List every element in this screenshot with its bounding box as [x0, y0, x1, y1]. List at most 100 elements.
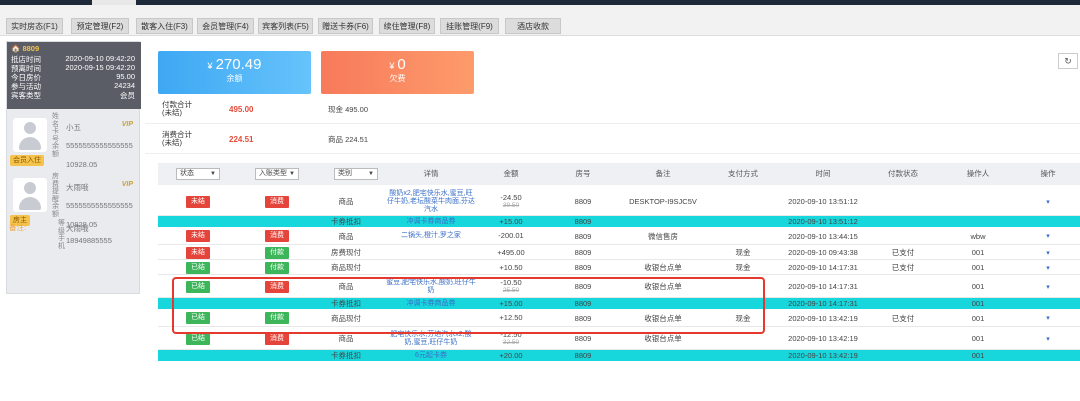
consumption-total-label: 消费合计 (未结) [162, 130, 192, 147]
chevron-down-icon: ▼ [210, 171, 216, 177]
status-tag: 已结 [186, 261, 210, 274]
status-cell: 未结 [176, 227, 220, 245]
category-cell: 房费现付 [331, 248, 361, 257]
room-info-panel: 🏠 8809 抵店时间 2020-09-10 09:42:20 预离时间 2020-… [7, 42, 141, 109]
currency-symbol: ¥ [389, 61, 395, 71]
detail-link[interactable]: 蜜豆,肥宅快乐水,酸奶,旺仔牛奶 [386, 279, 476, 295]
checkin-time-value: 2020-09-10 09:42:20 [65, 54, 135, 63]
category-cell: 卡券抵扣 [331, 217, 361, 226]
action-cell[interactable]: ▾ [1023, 187, 1073, 216]
table-row[interactable]: 卡券抵扣 冲调卡券商品券 +15.00 8809 2020-09-10 13:51:12 [158, 216, 1080, 227]
action-cell[interactable]: ▾ [1023, 309, 1073, 327]
tab-credit-account[interactable]: 挂账管理(F9) [440, 18, 499, 34]
guest-card[interactable]: 会员入住 姓名卡号余额 小五 VIP 5555555555555555 1092… [7, 112, 141, 170]
chevron-down-icon[interactable]: ▾ [1046, 249, 1050, 257]
entry-type-filter-select[interactable]: 入账类型 ▼ [255, 168, 299, 180]
remark-cell: 收银台点单 [644, 263, 682, 272]
chevron-down-icon[interactable]: ▾ [1046, 198, 1050, 206]
category-cell: 商品现付 [331, 263, 361, 272]
chevron-down-icon[interactable]: ▾ [1046, 335, 1050, 343]
room-cell: 8809 [574, 217, 592, 226]
amount-value: +15.00 [499, 216, 523, 226]
detail-cell: 冲调卡券商品券 [386, 216, 476, 227]
guest-phone: 18949885555 [66, 236, 112, 245]
amount-cell: -24.50 39.50 [481, 187, 541, 216]
amount-cell: +15.00 [481, 298, 541, 309]
tab-realtime-status[interactable]: 实时房态(F1) [6, 18, 63, 34]
remark-cell: DESKTOP-I9SJC5V [629, 197, 697, 206]
tab-reservation[interactable]: 预定管理(F2) [71, 18, 129, 34]
chevron-down-icon[interactable]: ▾ [1046, 232, 1050, 240]
amount-value: +15.00 [499, 298, 523, 308]
tab-walkin-checkin[interactable]: 散客入住(F3) [136, 18, 193, 34]
guest-type-value: 会员 [120, 91, 135, 100]
detail-link[interactable]: 二锅头,橙汁,罗之家 [401, 232, 461, 240]
table-row[interactable]: 已结 消费 商品 肥宅快乐水,芬达汽水x2,酸奶,蜜豆,旺仔牛奶 -12.50 32.50… [158, 327, 1080, 350]
col-amount: 金额 [503, 169, 519, 178]
tab-gift-coupons[interactable]: 赠送卡券(F6) [318, 18, 373, 34]
activity-value: 24234 [114, 81, 135, 90]
table-row[interactable]: 已结 付款 商品现付 +10.50 8809 收银台点单 现金 2020-09-10 14:1… [158, 260, 1080, 275]
action-cell[interactable]: ▾ [1023, 275, 1073, 298]
table-row[interactable]: 已结 消费 商品 蜜豆,肥宅快乐水,酸奶,旺仔牛奶 -10.50 25.50 8809 收银台… [158, 275, 1080, 298]
refresh-icon[interactable]: ↻ [1058, 53, 1078, 69]
entry-type-tag: 付款 [265, 261, 289, 274]
table-row[interactable]: 未结 消费 商品 酸奶x2,肥宅快乐水,蜜豆,旺仔牛奶,老坛酸菜牛肉面,芬达汽水 -24… [158, 187, 1080, 216]
operator-cell: 001 [971, 313, 985, 323]
detail-link[interactable]: 肥宅快乐水,芬达汽水x2,酸奶,蜜豆,旺仔牛奶 [386, 331, 476, 347]
category-filter-select[interactable]: 类别 ▼ [334, 168, 378, 180]
action-cell[interactable]: ▾ [1023, 227, 1073, 245]
category-cell: 商品 [338, 197, 354, 206]
tab-guest-list[interactable]: 宾客列表(F5) [258, 18, 313, 34]
table-row[interactable]: 卡券抵扣 6元起卡券 +20.00 8809 2020-09-10 13:42:19 00… [158, 350, 1080, 361]
vertical-field-labels: 姓名卡号余额 [52, 113, 59, 158]
guest-type-label: 宾客类型 [11, 91, 41, 100]
detail-cell: 6元起卡券 [386, 350, 476, 361]
amount-value: -24.50 [500, 192, 522, 202]
detail-link[interactable]: 6元起卡券 [415, 352, 447, 360]
status-filter-select[interactable]: 状态 ▼ [176, 168, 220, 180]
tab-member-management[interactable]: 会员管理(F4) [197, 18, 254, 34]
table-row[interactable]: 卡券抵扣 冲调卡券商品券 +15.00 8809 2020-09-10 14:17:31… [158, 298, 1080, 309]
currency-symbol: ¥ [207, 61, 213, 71]
original-price: 32.50 [502, 338, 520, 346]
amount-cell: -10.50 25.50 [481, 275, 541, 298]
guest-name: 小五 [66, 123, 81, 132]
category-cell: 商品 [338, 231, 354, 241]
status-tag: 未结 [186, 230, 210, 242]
operator-cell: 001 [971, 282, 985, 291]
function-tabs: 实时房态(F1) 预定管理(F2) 散客入住(F3) 会员管理(F4) 宾客列表… [0, 5, 1080, 36]
detail-cell: 肥宅快乐水,芬达汽水x2,酸奶,蜜豆,旺仔牛奶 [386, 327, 476, 350]
category-cell: 卡券抵扣 [331, 351, 361, 360]
chevron-down-icon: ▼ [289, 171, 295, 177]
detail-link[interactable]: 冲调卡券商品券 [407, 300, 456, 308]
remark-cell: 收银台点单 [644, 282, 682, 291]
chevron-down-icon[interactable]: ▾ [1046, 314, 1050, 322]
status-tag: 已结 [186, 280, 210, 293]
action-cell[interactable]: ▾ [1023, 327, 1073, 350]
chevron-down-icon[interactable]: ▾ [1046, 264, 1050, 272]
pay-method-cell: 现金 [735, 263, 751, 272]
operator-cell: 001 [971, 299, 985, 308]
payment-total-label: 付款合计 (未结) [162, 100, 192, 117]
operator-cell: wbw [970, 231, 986, 241]
action-cell[interactable]: ▾ [1023, 245, 1073, 260]
status-cell: 未结 [176, 245, 220, 260]
time-cell: 2020-09-10 14:17:31 [788, 263, 858, 272]
table-row[interactable]: 未结 付款 房费现付 +495.00 8809 现金 2020-09-10 09:43:38… [158, 245, 1080, 260]
room-cell: 8809 [574, 231, 592, 241]
detail-link[interactable]: 冲调卡券商品券 [407, 218, 456, 226]
amount-cell: +10.50 [481, 260, 541, 275]
table-row[interactable]: 已结 付款 商品现付 +12.50 8809 收银台点单 现金 2020-09-10 13:4… [158, 309, 1080, 327]
tab-extend-stay[interactable]: 续住管理(F8) [379, 18, 435, 34]
tab-hotel-payment[interactable]: 酒店收款 [505, 18, 561, 34]
amount-cell: +495.00 [481, 245, 541, 260]
pay-status-cell: 已支付 [891, 248, 915, 257]
guest-card[interactable]: 房主 房费提醒余额 大雨哦 VIP 5555555555555555 10928… [7, 172, 141, 230]
table-row[interactable]: 未结 消费 商品 二锅头,橙汁,罗之家 -200.01 8809 微信售房 2020-09-1… [158, 227, 1080, 245]
amount-cell: -200.01 [481, 227, 541, 245]
col-room: 房号 [575, 169, 591, 178]
detail-link[interactable]: 酸奶x2,肥宅快乐水,蜜豆,旺仔牛奶,老坛酸菜牛肉面,芬达汽水 [386, 190, 476, 214]
action-cell[interactable]: ▾ [1023, 260, 1073, 275]
chevron-down-icon[interactable]: ▾ [1046, 283, 1050, 291]
